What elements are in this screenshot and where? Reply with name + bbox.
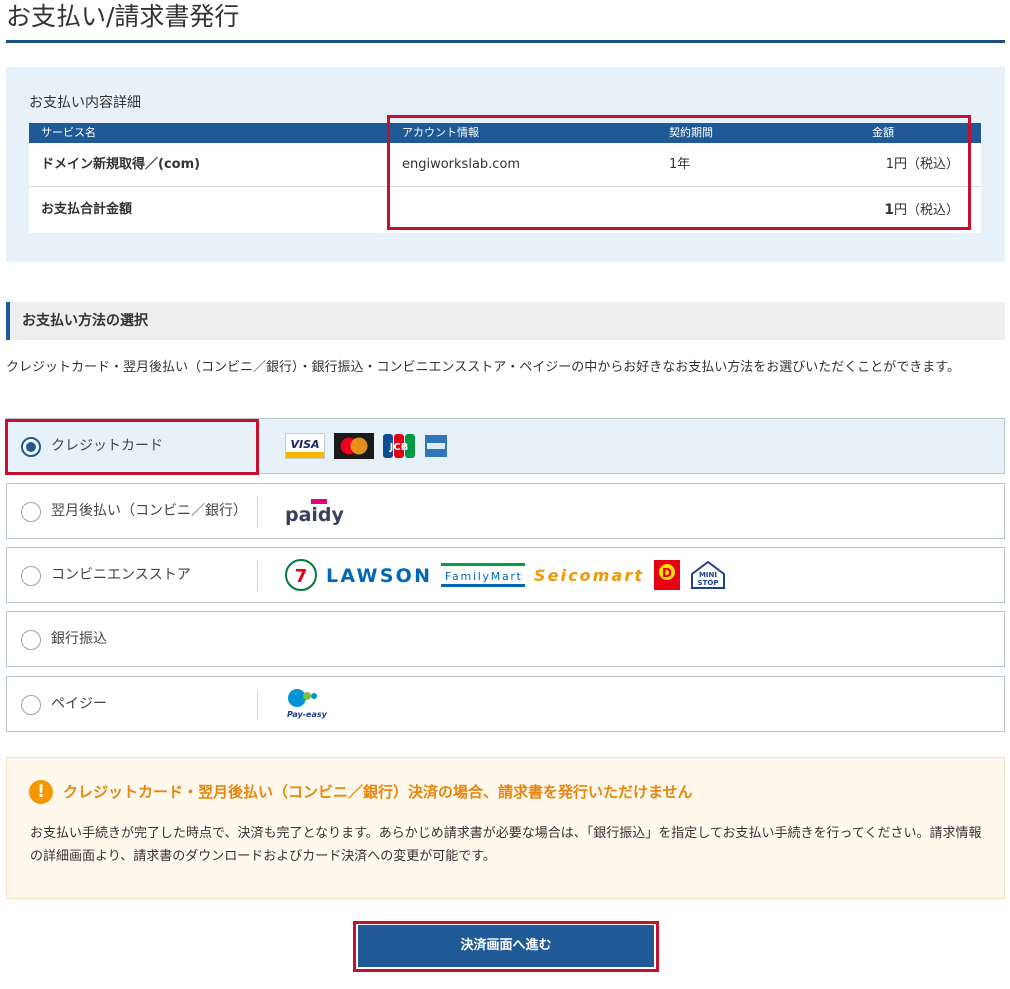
amex-logo-icon [425, 435, 447, 457]
total-amount: 1円（税込） [884, 187, 959, 234]
payment-method-intro: クレジットカード・翌月後払い（コンビニ／銀行）・銀行振込・コンビニエンスストア・… [6, 360, 960, 375]
jcb-logo-text: JCB [389, 442, 409, 453]
seven-eleven-logo-text: 7 [295, 566, 308, 587]
payment-method-heading-text: お支払い方法の選択 [22, 313, 148, 329]
page-title: お支払い/請求書発行 [6, 2, 240, 31]
radio-payeasy[interactable] [21, 695, 41, 715]
row-amount: 1円（税込） [886, 143, 959, 187]
total-amount-value: 1 [884, 202, 894, 218]
header-amount: 金額 [872, 126, 894, 139]
daily-logo-text: D [662, 566, 672, 580]
payeasy-logos: Pay-easy [285, 677, 327, 731]
row-amount-value: 1 [885, 157, 894, 172]
warning-icon: ! [29, 780, 53, 804]
method-convenience-store[interactable]: コンビニエンスストア 7 LAWSON FamilyMart Seicomart… [6, 547, 1005, 603]
method-divider [257, 561, 258, 591]
method-deferred-payment[interactable]: 翌月後払い（コンビニ／銀行） paidy [6, 483, 1005, 539]
deferred-logos: paidy [285, 484, 349, 538]
total-row: お支払合計金額 1円（税込） [29, 187, 981, 233]
paidy-logo-icon: paidy [285, 499, 345, 526]
lawson-logo-icon: LAWSON [326, 565, 430, 587]
familymart-logo-text: FamilyMart [445, 570, 522, 583]
notice-title: クレジットカード・翌月後払い（コンビニ／銀行）決済の場合、請求書を発行いただけま… [63, 783, 693, 801]
table-row: ドメイン新規取得／(com) engiworkslab.com 1年 1円（税込… [29, 143, 981, 187]
header-account: アカウント情報 [402, 126, 479, 139]
familymart-logo-icon: FamilyMart [441, 563, 525, 587]
radio-credit-card[interactable] [21, 437, 41, 457]
mastercard-logo-icon [334, 433, 374, 459]
method-label-convenience-store: コンビニエンスストア [51, 567, 191, 583]
jcb-logo-icon: JCB [383, 434, 415, 458]
radio-bank-transfer[interactable] [21, 630, 41, 650]
header-service: サービス名 [41, 126, 96, 139]
method-label-credit-card: クレジットカード [51, 438, 163, 454]
table-header: サービス名 アカウント情報 契約期間 金額 [29, 123, 981, 143]
radio-deferred-payment[interactable] [21, 502, 41, 522]
proceed-to-payment-button[interactable]: 決済画面へ進む [358, 925, 654, 967]
service-name: ドメイン新規取得／(com) [41, 157, 201, 172]
card-logos: VISA JCB [285, 419, 448, 473]
daily-yamazaki-logo-icon: D [654, 560, 680, 590]
header-period: 契約期間 [669, 126, 713, 139]
visa-logo-icon: VISA [285, 433, 325, 459]
payment-details-heading: お支払い内容詳細 [29, 95, 141, 111]
total-amount-unit: 円（税込） [893, 203, 959, 218]
method-divider [257, 690, 258, 720]
ministop-logo-text-bottom: STOP [698, 579, 719, 587]
seicomart-logo-icon: Seicomart [534, 566, 643, 585]
ministop-logo-text-top: MINI [699, 571, 717, 579]
radio-convenience-store[interactable] [21, 566, 41, 586]
payeasy-logo-text: Pay-easy [287, 710, 327, 719]
method-divider [257, 497, 258, 527]
lawson-logo-text: LAWSON [326, 565, 430, 587]
notice-body: お支払い手続きが完了した時点で、決済も完了となります。あらかじめ請求書が必要な場… [30, 826, 982, 864]
paidy-logo-text: paidy [285, 504, 345, 526]
visa-logo-text: VISA [290, 438, 319, 451]
method-label-deferred-payment: 翌月後払い（コンビニ／銀行） [51, 503, 247, 519]
method-credit-card[interactable]: クレジットカード VISA JCB [6, 418, 1005, 474]
seven-eleven-logo-icon: 7 [285, 559, 317, 591]
ministop-logo-icon: MINI STOP [691, 560, 725, 589]
invoice-notice: ! クレジットカード・翌月後払い（コンビニ／銀行）決済の場合、請求書を発行いただ… [6, 757, 1005, 899]
contract-period: 1年 [669, 157, 691, 172]
payment-details-table: サービス名 アカウント情報 契約期間 金額 ドメイン新規取得／(com) eng… [29, 123, 981, 233]
payeasy-logo-icon: Pay-easy [287, 689, 327, 719]
convenience-store-logos: 7 LAWSON FamilyMart Seicomart D MINI STO… [285, 548, 726, 602]
method-label-payeasy: ペイジー [51, 696, 107, 712]
method-payeasy[interactable]: ペイジー Pay-easy [6, 676, 1005, 732]
total-label: お支払合計金額 [41, 202, 133, 217]
method-bank-transfer[interactable]: 銀行振込 [6, 611, 1005, 667]
title-underline [6, 40, 1005, 43]
account-info: engiworkslab.com [402, 157, 521, 172]
method-label-bank-transfer: 銀行振込 [51, 631, 107, 647]
row-amount-unit: 円（税込） [893, 157, 959, 172]
payment-details-panel: お支払い内容詳細 サービス名 アカウント情報 契約期間 金額 ドメイン新規取得／… [6, 67, 1005, 262]
seicomart-logo-text: Seicomart [534, 566, 643, 585]
payment-method-heading: お支払い方法の選択 [6, 302, 1005, 340]
